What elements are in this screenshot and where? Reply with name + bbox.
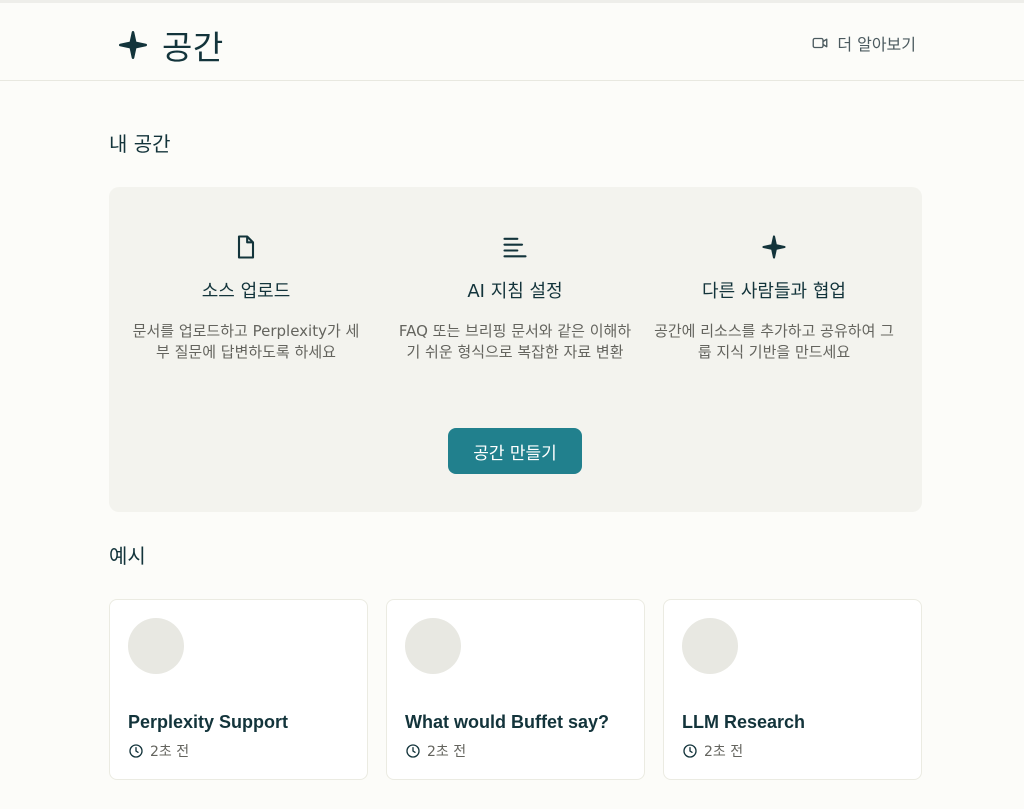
card-meta: 2초 전 [405,741,466,761]
feature-description: 문서를 업로드하고 Perplexity가 세부 질문에 답변하도록 하세요 [132,322,360,361]
card-time: 2초 전 [704,744,744,760]
feature-description: FAQ 또는 브리핑 문서와 같은 이해하기 쉬운 형식으로 복잡한 자료 변환 [398,322,632,361]
feature-ai-instructions: AI 지침 설정 FAQ 또는 브리핑 문서와 같은 이해하기 쉬운 형식으로 … [395,231,635,363]
brand: 공간 [116,21,224,69]
learn-more-link[interactable]: 더 알아보기 [811,31,916,55]
feature-title: 다른 사람들과 협업 [702,281,846,302]
clock-icon [683,744,697,758]
sparkle-icon [118,30,148,60]
example-card[interactable]: LLM Research 2초 전 [663,599,922,780]
feature-upload-sources: 소스 업로드 문서를 업로드하고 Perplexity가 세부 질문에 답변하도… [126,231,366,363]
avatar [405,618,461,674]
video-icon [812,37,828,49]
example-card[interactable]: Perplexity Support 2초 전 [109,599,368,780]
card-meta: 2초 전 [128,741,189,761]
learn-more-label: 더 알아보기 [837,35,916,54]
feature-collaborate: 다른 사람들과 협업 공간에 리소스를 추가하고 공유하여 그룹 지식 기반을 … [654,231,894,363]
example-card[interactable]: What would Buffet say? 2초 전 [386,599,645,780]
feature-description: 공간에 리소스를 추가하고 공유하여 그룹 지식 기반을 만드세요 [654,322,894,361]
create-space-button[interactable]: 공간 만들기 [448,428,582,474]
card-time: 2초 전 [427,744,467,760]
clock-icon [129,744,143,758]
card-title: Perplexity Support [128,712,289,732]
examples-heading: 예시 [109,544,146,568]
card-title: LLM Research [682,712,806,732]
top-bar: 공간 더 알아보기 [0,0,1024,81]
card-time: 2초 전 [150,744,190,760]
card-meta: 2초 전 [682,741,743,761]
create-space-panel: 소스 업로드 문서를 업로드하고 Perplexity가 세부 질문에 답변하도… [109,187,922,512]
card-title: What would Buffet say? [405,712,609,732]
my-spaces-heading: 내 공간 [109,132,171,156]
clock-icon [406,744,420,758]
feature-title: AI 지침 설정 [467,281,563,302]
avatar [682,618,738,674]
sparkle-icon [762,235,786,259]
lines-icon [503,237,527,258]
page-title: 공간 [162,28,224,67]
document-icon [237,235,255,259]
feature-title: 소스 업로드 [201,281,291,302]
avatar [128,618,184,674]
